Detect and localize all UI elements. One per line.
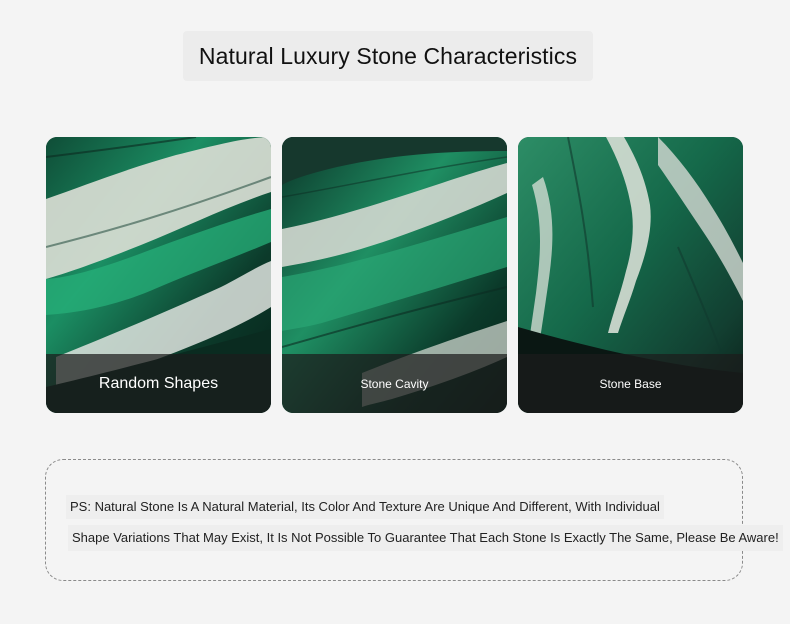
disclaimer-line-1: PS: Natural Stone Is A Natural Material,… xyxy=(66,495,664,519)
caption-bar: Random Shapes xyxy=(46,354,271,413)
page-title-panel: Natural Luxury Stone Characteristics xyxy=(183,31,593,81)
card-caption: Stone Base xyxy=(599,376,662,391)
card-caption: Stone Cavity xyxy=(360,376,429,391)
stone-card-stone-base[interactable]: Stone Base xyxy=(518,137,743,413)
caption-bar: Stone Base xyxy=(518,354,743,413)
page-title: Natural Luxury Stone Characteristics xyxy=(198,42,578,69)
stone-card-random-shapes[interactable]: Random Shapes xyxy=(46,137,271,413)
disclaimer-line-2: Shape Variations That May Exist, It Is N… xyxy=(68,525,783,551)
stone-card-row: Random Shapes Stone Cavity Stone Base xyxy=(46,137,744,413)
caption-bar: Stone Cavity xyxy=(282,354,507,413)
stone-disclaimer-box: PS: Natural Stone Is A Natural Material,… xyxy=(45,459,783,581)
card-caption: Random Shapes xyxy=(98,374,219,392)
stone-card-stone-cavity[interactable]: Stone Cavity xyxy=(282,137,507,413)
